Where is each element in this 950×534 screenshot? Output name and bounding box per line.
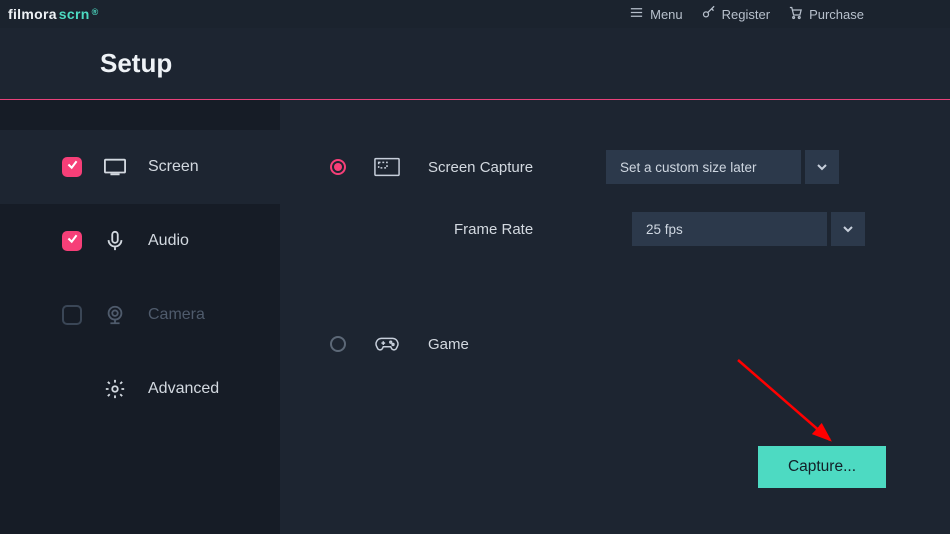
register-button[interactable]: Register: [701, 5, 770, 23]
screen-capture-label: Screen Capture: [428, 159, 578, 176]
screen-capture-radio[interactable]: [330, 159, 346, 175]
app-logo: filmora scrn ®: [8, 6, 99, 22]
gear-icon: [104, 378, 126, 400]
sidebar-item-screen[interactable]: Screen: [0, 130, 280, 204]
camera-checkbox[interactable]: [62, 305, 82, 325]
screen-region-icon: [374, 157, 400, 177]
logo-text-left: filmora: [8, 6, 57, 22]
purchase-label: Purchase: [809, 7, 864, 22]
monitor-icon: [104, 156, 126, 178]
frame-rate-select[interactable]: 25 fps: [632, 212, 865, 246]
page-title: Setup: [100, 48, 172, 79]
hamburger-icon: [629, 5, 644, 23]
webcam-icon: [104, 304, 126, 326]
menu-label: Menu: [650, 7, 683, 22]
sidebar-item-label: Audio: [148, 232, 189, 250]
logo-text-right: scrn: [59, 6, 90, 22]
titlebar: filmora scrn ® Menu Register Purchase: [0, 0, 950, 28]
chevron-down-icon: [831, 212, 865, 246]
page-header: Setup: [0, 28, 950, 100]
screen-capture-select[interactable]: Set a custom size later: [606, 150, 839, 184]
chevron-down-icon: [805, 150, 839, 184]
sidebar-item-advanced[interactable]: Advanced: [0, 352, 280, 426]
key-icon: [701, 5, 716, 23]
gamepad-icon: [374, 334, 400, 354]
game-label: Game: [428, 336, 578, 353]
sidebar-item-audio[interactable]: Audio: [0, 204, 280, 278]
sidebar-item-label: Screen: [148, 158, 199, 176]
check-icon: [66, 158, 79, 176]
game-radio[interactable]: [330, 336, 346, 352]
cart-icon: [788, 5, 803, 23]
register-label: Register: [722, 7, 770, 22]
capture-button[interactable]: Capture...: [758, 446, 886, 488]
minimize-button[interactable]: [896, 6, 912, 22]
check-icon: [66, 232, 79, 250]
sidebar: Screen Audio Camera Advanced: [0, 100, 280, 534]
screen-checkbox[interactable]: [62, 157, 82, 177]
menu-button[interactable]: Menu: [629, 5, 683, 23]
annotation-arrow-icon: [730, 354, 850, 454]
purchase-button[interactable]: Purchase: [788, 5, 864, 23]
audio-checkbox[interactable]: [62, 231, 82, 251]
frame-rate-label: Frame Rate: [454, 221, 604, 238]
content-panel: Screen Capture Set a custom size later F…: [280, 100, 950, 534]
frame-rate-value: 25 fps: [632, 212, 827, 246]
sidebar-item-label: Camera: [148, 306, 205, 324]
close-button[interactable]: [926, 6, 942, 22]
microphone-icon: [104, 230, 126, 252]
logo-registered: ®: [92, 7, 99, 17]
sidebar-item-camera[interactable]: Camera: [0, 278, 280, 352]
screen-capture-value: Set a custom size later: [606, 150, 801, 184]
sidebar-item-label: Advanced: [148, 380, 219, 398]
